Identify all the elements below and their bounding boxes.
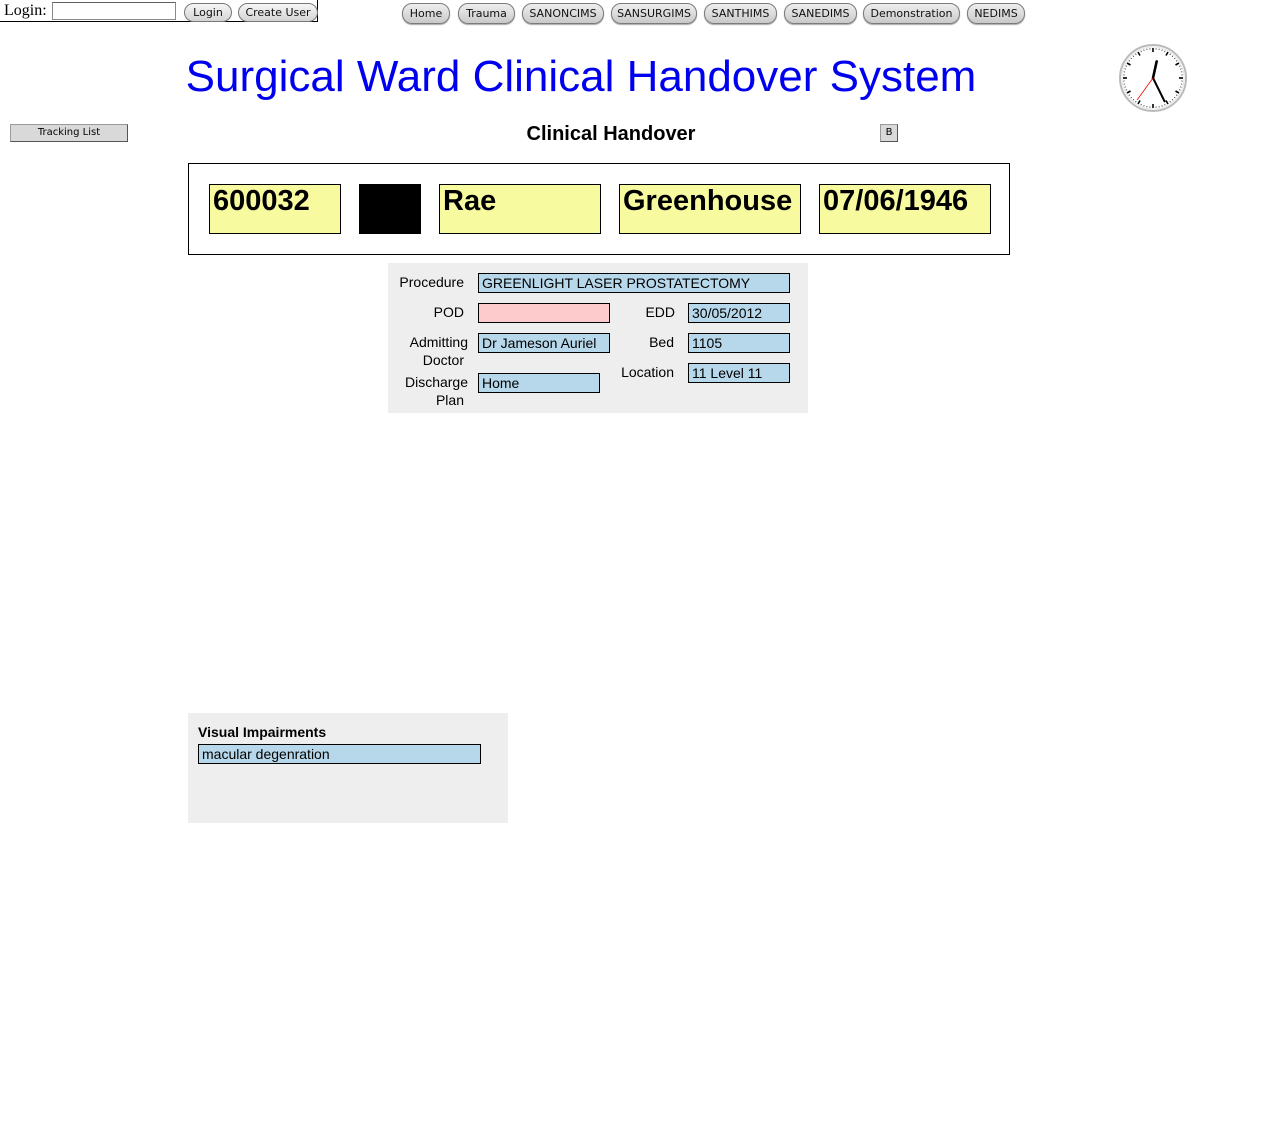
section-heading: Clinical Handover [526, 123, 696, 145]
login-label: Login: [4, 2, 47, 19]
tracking-list-button[interactable]: Tracking List [10, 124, 128, 142]
details-panel: Procedure GREENLIGHT LASER PROSTATECTOMY… [388, 263, 808, 413]
location-label: Location [621, 364, 674, 380]
procedure-field[interactable]: GREENLIGHT LASER PROSTATECTOMY [478, 273, 790, 293]
discharge-plan-label-line1: Discharge [404, 374, 468, 390]
clock-icon [1119, 44, 1187, 112]
login-button[interactable]: Login [184, 3, 232, 22]
nav-sansurgims[interactable]: SANSURGIMS [611, 3, 697, 24]
patient-surname-field: Greenhouse [619, 184, 801, 234]
nav-demonstration[interactable]: Demonstration [863, 3, 960, 24]
visual-impairments-panel: Visual Impairments macular degenration [188, 713, 508, 823]
nav-trauma[interactable]: Trauma [458, 3, 515, 24]
admitting-doctor-label-line1: Admitting [409, 334, 468, 350]
discharge-plan-field[interactable]: Home [478, 373, 600, 393]
edd-label: EDD [645, 304, 675, 320]
location-field[interactable]: 11 Level 11 [688, 363, 790, 383]
visual-impairments-field[interactable]: macular degenration [198, 744, 481, 764]
pod-field[interactable] [478, 303, 610, 323]
redacted-photo [359, 184, 421, 234]
b-button[interactable]: B [880, 124, 898, 142]
bed-label: Bed [649, 334, 674, 350]
nav-santhims[interactable]: SANTHIMS [704, 3, 777, 24]
procedure-label: Procedure [399, 274, 464, 290]
edd-field[interactable]: 30/05/2012 [688, 303, 790, 323]
login-username-input[interactable] [52, 2, 176, 20]
patient-dob-field: 07/06/1946 [819, 184, 991, 234]
nav-sanoncims[interactable]: SANONCIMS [522, 3, 604, 24]
patient-id-field: 600032 [209, 184, 341, 234]
nav-home[interactable]: Home [402, 3, 450, 24]
pod-label: POD [433, 304, 464, 320]
visual-impairments-heading: Visual Impairments [198, 724, 327, 740]
admitting-doctor-label-line2: Doctor [422, 352, 464, 368]
admitting-doctor-field[interactable]: Dr Jameson Auriel [478, 333, 610, 353]
patient-banner: 600032 Rae Greenhouse 07/06/1946 [188, 163, 1010, 255]
discharge-plan-label-line2: Plan [435, 392, 464, 408]
create-user-button[interactable]: Create User [238, 3, 318, 22]
page-title: Surgical Ward Clinical Handover System [185, 52, 977, 101]
nav-sanedims[interactable]: SANEDIMS [784, 3, 857, 24]
bed-field[interactable]: 1105 [688, 333, 790, 353]
nav-nedims[interactable]: NEDIMS [967, 3, 1025, 24]
patient-first-name-field: Rae [439, 184, 601, 234]
